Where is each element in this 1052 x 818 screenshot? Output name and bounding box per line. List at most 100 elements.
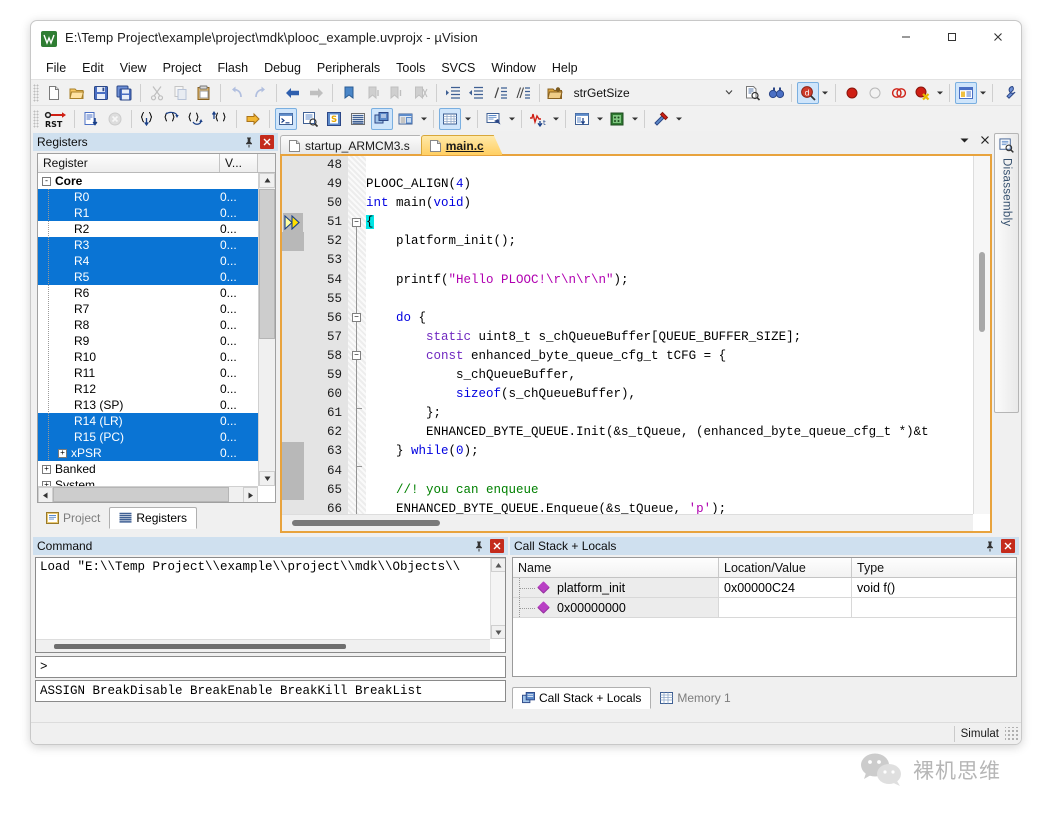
undo-icon[interactable]	[226, 82, 248, 104]
indent-icon[interactable]	[442, 82, 464, 104]
resize-grip-icon[interactable]	[1005, 726, 1019, 741]
command-output[interactable]: Load "E:\\Temp Project\\example\\project…	[35, 557, 506, 653]
register-row[interactable]: R14 (LR) 0...	[38, 413, 258, 429]
analysis-windows-dropdown-icon[interactable]	[550, 108, 561, 130]
step-icon[interactable]	[137, 108, 159, 130]
register-row[interactable]: R11 0...	[38, 365, 258, 381]
comment-icon[interactable]	[489, 82, 511, 104]
dock-tab-registers[interactable]: Registers	[109, 507, 198, 529]
toolbar-grip[interactable]	[33, 109, 39, 128]
editor-tab-main-c[interactable]: main.c	[421, 135, 503, 155]
code-line[interactable]: static uint8_t s_chQueueBuffer[QUEUE_BUF…	[366, 328, 973, 347]
menu-item-window[interactable]: Window	[483, 59, 543, 77]
code-line[interactable]: };	[366, 404, 973, 423]
code-line[interactable]: s_chQueueBuffer,	[366, 366, 973, 385]
editor-tab-startup-armcm3-s[interactable]: startup_ARMCM3.s	[280, 135, 429, 155]
toolbox-icon[interactable]	[650, 108, 672, 130]
table-row[interactable]: 0x00000000	[513, 597, 1016, 618]
trace-windows-dropdown-icon[interactable]	[594, 108, 605, 130]
column-header-name[interactable]: Name	[513, 558, 719, 577]
register-row[interactable]: R7 0...	[38, 301, 258, 317]
scroll-thumb[interactable]	[53, 487, 229, 502]
close-icon[interactable]	[260, 135, 274, 149]
editor-horizontal-scrollbar[interactable]	[282, 514, 973, 531]
uncomment-icon[interactable]	[512, 82, 534, 104]
code-line[interactable]: //! you can enqueue	[366, 481, 973, 500]
kill-all-breakpoints-icon[interactable]	[912, 82, 934, 104]
fold-toggle-51[interactable]: −	[352, 218, 361, 227]
code-line[interactable]	[366, 290, 973, 309]
code-line[interactable]: int main(void)	[366, 194, 973, 213]
fold-toggle-56[interactable]: −	[352, 313, 361, 322]
group-expander-icon[interactable]: +	[42, 464, 51, 474]
outdent-icon[interactable]	[465, 82, 487, 104]
menu-item-file[interactable]: File	[38, 59, 74, 77]
registers-window-icon[interactable]	[347, 108, 369, 130]
register-row[interactable]: R10 0...	[38, 349, 258, 365]
code-folding-gutter[interactable]: − − −	[348, 156, 366, 531]
code-line[interactable]: const enhanced_byte_queue_cfg_t tCFG = {	[366, 347, 973, 366]
minimize-button[interactable]	[883, 21, 929, 53]
menu-item-tools[interactable]: Tools	[388, 59, 433, 77]
bookmark-toggle-icon[interactable]	[338, 82, 360, 104]
register-row[interactable]: R8 0...	[38, 317, 258, 333]
dock-tab-memory-1[interactable]: Memory 1	[651, 687, 740, 709]
column-header-register[interactable]: Register	[38, 154, 220, 172]
chevron-down-icon[interactable]	[722, 85, 736, 99]
breakpoints-dropdown-icon[interactable]	[934, 82, 945, 104]
disable-breakpoint-icon[interactable]	[864, 82, 886, 104]
register-expander-icon[interactable]: +	[58, 448, 67, 458]
menu-item-debug[interactable]: Debug	[256, 59, 309, 77]
watch-windows-dropdown-icon[interactable]	[418, 108, 429, 130]
command-input[interactable]: >	[35, 656, 506, 678]
disassembly-side-tab[interactable]: Disassembly	[994, 133, 1019, 413]
stop-icon[interactable]	[104, 108, 126, 130]
editor-tab-list-icon[interactable]	[959, 136, 970, 145]
toolbar-grip[interactable]	[33, 83, 39, 102]
menu-item-svcs[interactable]: SVCS	[433, 59, 483, 77]
navigate-back-icon[interactable]	[282, 82, 304, 104]
scroll-thumb[interactable]	[54, 644, 346, 649]
command-output-vertical-scrollbar[interactable]	[490, 558, 505, 639]
save-all-icon[interactable]	[114, 82, 136, 104]
step-over-icon[interactable]	[161, 108, 183, 130]
open-file-icon[interactable]	[66, 82, 88, 104]
run-icon[interactable]	[80, 108, 102, 130]
call-stack-window-icon[interactable]	[371, 107, 393, 130]
browse-open-icon[interactable]	[545, 82, 567, 104]
fold-toggle-58[interactable]: −	[352, 351, 361, 360]
scroll-down-button[interactable]	[259, 471, 275, 486]
code-line[interactable]: platform_init();	[366, 232, 973, 251]
symbols-window-icon[interactable]: S	[323, 108, 345, 130]
manage-windows-icon[interactable]	[954, 81, 977, 104]
memory-windows-dropdown-icon[interactable]	[462, 108, 473, 130]
registers-group-row[interactable]: - Core	[38, 173, 258, 189]
menu-item-edit[interactable]: Edit	[74, 59, 112, 77]
show-next-statement-icon[interactable]	[242, 108, 264, 130]
column-header-location[interactable]: Location/Value	[719, 558, 852, 577]
column-header-value[interactable]: V...	[220, 154, 258, 172]
registers-horizontal-scrollbar[interactable]	[38, 486, 258, 502]
scroll-thumb[interactable]	[979, 252, 985, 332]
table-row[interactable]: platform_init 0x00000C24 void f()	[513, 577, 1016, 598]
pin-icon[interactable]	[472, 539, 486, 553]
scroll-down-button[interactable]	[491, 625, 505, 639]
register-row[interactable]: R12 0...	[38, 381, 258, 397]
run-to-cursor-icon[interactable]	[209, 108, 231, 130]
serial-windows-dropdown-icon[interactable]	[506, 108, 517, 130]
code-line[interactable]: ENHANCED_BYTE_QUEUE.Enqueue(&s_tQueue, '…	[366, 500, 973, 514]
register-row[interactable]: R0 0...	[38, 189, 258, 205]
code-line[interactable]: do {	[366, 309, 973, 328]
pin-icon[interactable]	[983, 539, 997, 553]
disable-all-breakpoints-icon[interactable]	[888, 82, 910, 104]
code-text-area[interactable]: PLOOC_ALIGN(4) int main(void){ platform_i…	[366, 156, 973, 514]
code-line[interactable]: sizeof(s_chQueueBuffer),	[366, 385, 973, 404]
bookmark-clear-icon[interactable]	[409, 82, 431, 104]
redo-icon[interactable]	[250, 82, 272, 104]
menu-item-flash[interactable]: Flash	[209, 59, 256, 77]
register-row[interactable]: R4 0...	[38, 253, 258, 269]
code-line[interactable]: } while(0);	[366, 442, 973, 461]
system-viewer-dropdown-icon[interactable]	[629, 108, 640, 130]
command-output-horizontal-scrollbar[interactable]	[36, 639, 490, 652]
code-line[interactable]	[366, 462, 973, 481]
